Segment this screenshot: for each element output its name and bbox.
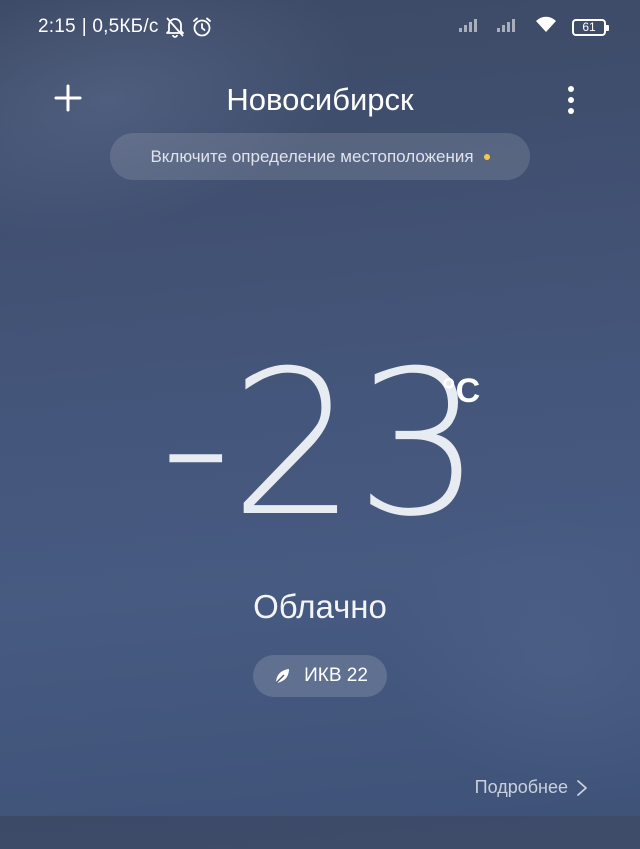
chevron-right-icon	[577, 779, 587, 796]
alarm-icon	[191, 16, 213, 38]
temperature-value: -23	[159, 328, 483, 561]
status-bar-left: 2:15 | 0,5КБ/с	[38, 16, 213, 38]
status-time: 2:15	[38, 16, 76, 37]
signal-icon	[458, 17, 482, 38]
temperature-block: -23 °C	[0, 340, 640, 550]
notification-dot	[483, 153, 490, 160]
city-title: Новосибирск	[226, 82, 414, 117]
app-header: Новосибирск	[0, 70, 640, 130]
leaf-icon	[275, 669, 290, 684]
aqi-button[interactable]: ИКВ 22	[253, 655, 387, 697]
aqi-label: ИКВ 22	[304, 665, 368, 686]
network-speed: | 0,5КБ/с	[81, 16, 159, 37]
enable-location-button[interactable]: Включите определение местоположения	[110, 133, 530, 180]
signal-icon	[496, 17, 520, 38]
details-link[interactable]: Подробнее	[475, 777, 588, 798]
status-bar-right: 61	[458, 16, 609, 39]
battery-level: 61	[582, 20, 596, 34]
temperature-unit: °C	[442, 372, 481, 410]
more-vert-icon-dot	[568, 86, 574, 92]
more-vert-icon-dot	[568, 97, 574, 103]
weather-condition: Облачно	[253, 588, 387, 625]
more-options-button[interactable]	[556, 82, 586, 118]
more-vert-icon-dot	[568, 108, 574, 114]
battery-icon: 61	[572, 19, 609, 36]
wifi-icon	[534, 16, 558, 39]
muted-bell-icon	[165, 16, 185, 38]
details-label: Подробнее	[474, 777, 568, 797]
location-prompt-text: Включите определение местоположения	[150, 146, 474, 166]
status-bar: 2:15 | 0,5КБ/с 61	[0, 0, 640, 60]
